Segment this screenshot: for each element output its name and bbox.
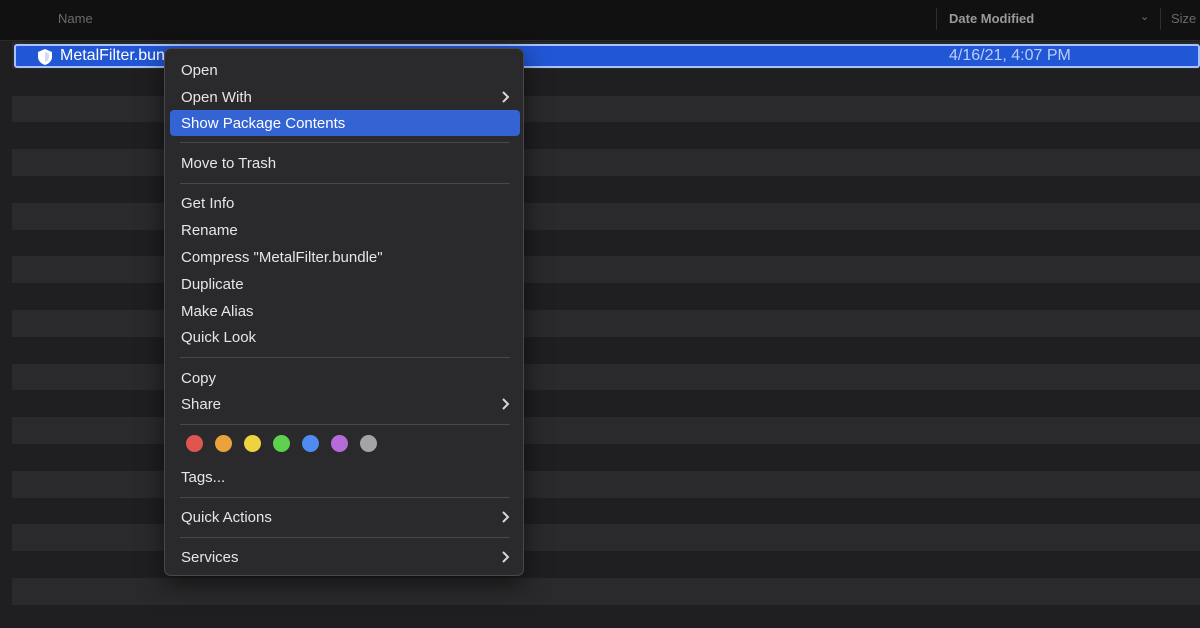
chevron-right-icon <box>502 551 510 563</box>
context-menu: Open Open With Show Package Contents Mov… <box>164 48 524 576</box>
file-name[interactable]: MetalFilter.bundle <box>60 47 164 65</box>
file-date-modified: 4/16/21, 4:07 PM <box>949 47 1071 64</box>
tag-gray-dot[interactable] <box>360 435 377 452</box>
tag-blue-dot[interactable] <box>302 435 319 452</box>
menu-item-show-package-contents[interactable]: Show Package Contents <box>170 110 520 136</box>
menu-item-get-info[interactable]: Get Info <box>170 190 520 216</box>
finder-window: Name Date Modified ⌄ Size MetalFilter.bu… <box>0 0 1200 628</box>
menu-item-label: Quick Actions <box>181 509 272 526</box>
menu-separator <box>180 357 510 358</box>
column-divider[interactable] <box>1160 8 1161 30</box>
menu-item-label: Show Package Contents <box>181 115 346 132</box>
tag-yellow-dot[interactable] <box>244 435 261 452</box>
menu-item-label: Make Alias <box>181 303 254 320</box>
menu-item-move-to-trash[interactable]: Move to Trash <box>170 150 520 176</box>
menu-item-open[interactable]: Open <box>170 57 520 83</box>
column-header-name[interactable]: Name <box>58 11 93 26</box>
column-header-bar: Name Date Modified ⌄ Size <box>0 0 1200 41</box>
menu-separator <box>180 424 510 425</box>
list-row <box>12 577 1200 605</box>
column-divider[interactable] <box>936 8 937 30</box>
column-header-date-modified[interactable]: Date Modified <box>949 11 1034 26</box>
tag-red-dot[interactable] <box>186 435 203 452</box>
menu-item-label: Compress "MetalFilter.bundle" <box>181 249 383 266</box>
menu-item-quick-look[interactable]: Quick Look <box>170 324 520 350</box>
bundle-shield-icon <box>38 49 52 65</box>
chevron-right-icon <box>502 91 510 103</box>
menu-item-open-with[interactable]: Open With <box>170 84 520 110</box>
menu-item-quick-actions[interactable]: Quick Actions <box>170 504 520 530</box>
chevron-right-icon <box>502 511 510 523</box>
menu-item-duplicate[interactable]: Duplicate <box>170 271 520 297</box>
menu-item-make-alias[interactable]: Make Alias <box>170 298 520 324</box>
menu-item-label: Rename <box>181 222 238 239</box>
menu-item-label: Share <box>181 396 222 413</box>
menu-item-label: Duplicate <box>181 276 244 293</box>
menu-item-compress[interactable]: Compress "MetalFilter.bundle" <box>170 244 520 270</box>
menu-item-label: Open With <box>181 89 252 106</box>
menu-item-label: Copy <box>181 370 217 387</box>
column-header-size[interactable]: Size <box>1171 11 1196 26</box>
menu-item-tags[interactable]: Tags... <box>170 464 520 490</box>
tag-orange-dot[interactable] <box>215 435 232 452</box>
menu-separator <box>180 142 510 143</box>
menu-item-copy[interactable]: Copy <box>170 365 520 391</box>
menu-separator <box>180 537 510 538</box>
menu-separator <box>180 183 510 184</box>
menu-item-label: Get Info <box>181 195 235 212</box>
menu-item-label: Quick Look <box>181 329 257 346</box>
tag-green-dot[interactable] <box>273 435 290 452</box>
menu-item-label: Services <box>181 549 239 566</box>
menu-item-label: Tags... <box>181 469 226 486</box>
menu-item-label: Open <box>181 62 218 79</box>
list-row <box>12 604 1200 628</box>
sort-chevron-icon: ⌄ <box>1140 11 1150 23</box>
menu-item-share[interactable]: Share <box>170 391 520 417</box>
menu-item-rename[interactable]: Rename <box>170 217 520 243</box>
menu-item-services[interactable]: Services <box>170 544 520 570</box>
tag-purple-dot[interactable] <box>331 435 348 452</box>
chevron-right-icon <box>502 398 510 410</box>
menu-separator <box>180 497 510 498</box>
menu-item-label: Move to Trash <box>181 155 277 172</box>
